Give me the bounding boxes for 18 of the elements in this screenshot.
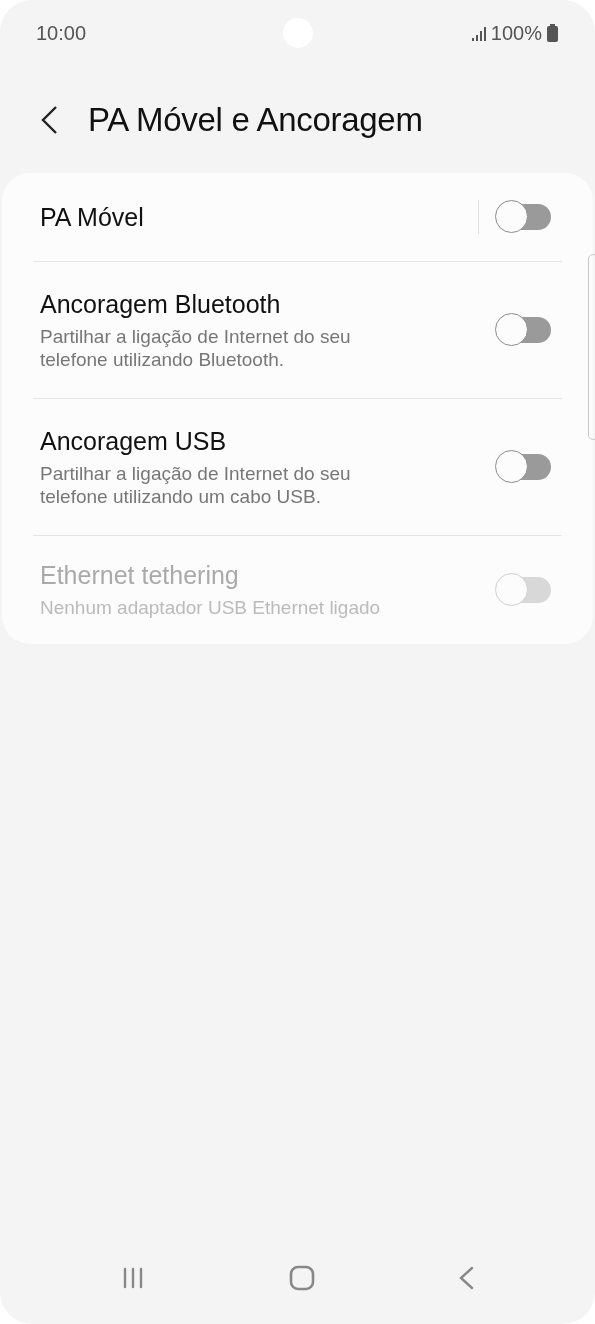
setting-title: Ancoragem Bluetooth: [40, 289, 282, 319]
back-icon[interactable]: [40, 104, 58, 135]
setting-row[interactable]: Ancoragem USB Partilhar a ligação de Internet do seu telefone utilizando um cabo USB.: [33, 398, 562, 535]
recent-apps-icon[interactable]: [121, 1266, 145, 1290]
battery-level: 100%: [490, 21, 542, 45]
setting-description: Nenhum adaptador USB Ethernet ligado: [40, 596, 382, 619]
setting-title: PA Móvel: [40, 202, 145, 232]
setting-description: Partilhar a ligação de Internet do seu telefone utilizando um cabo USB.: [40, 461, 352, 508]
setting-title: Ancoragem USB: [40, 426, 228, 456]
setting-row[interactable]: Ancoragem Bluetooth Partilhar a ligação de Internet do seu telefone utilizando Bluetooth.: [33, 261, 562, 398]
signal-icon: [471, 27, 486, 41]
setting-row[interactable]: PA Móvel: [33, 173, 562, 261]
page-title: PA Móvel e Ancoragem: [88, 100, 423, 139]
home-icon[interactable]: [288, 1265, 315, 1291]
status-time: 10:00: [36, 21, 87, 45]
setting-description: Partilhar a ligação de Internet do seu telefone utilizando Bluetooth.: [40, 324, 352, 371]
setting-title: Ethernet tethering: [40, 561, 240, 590]
battery-icon: [547, 24, 558, 42]
